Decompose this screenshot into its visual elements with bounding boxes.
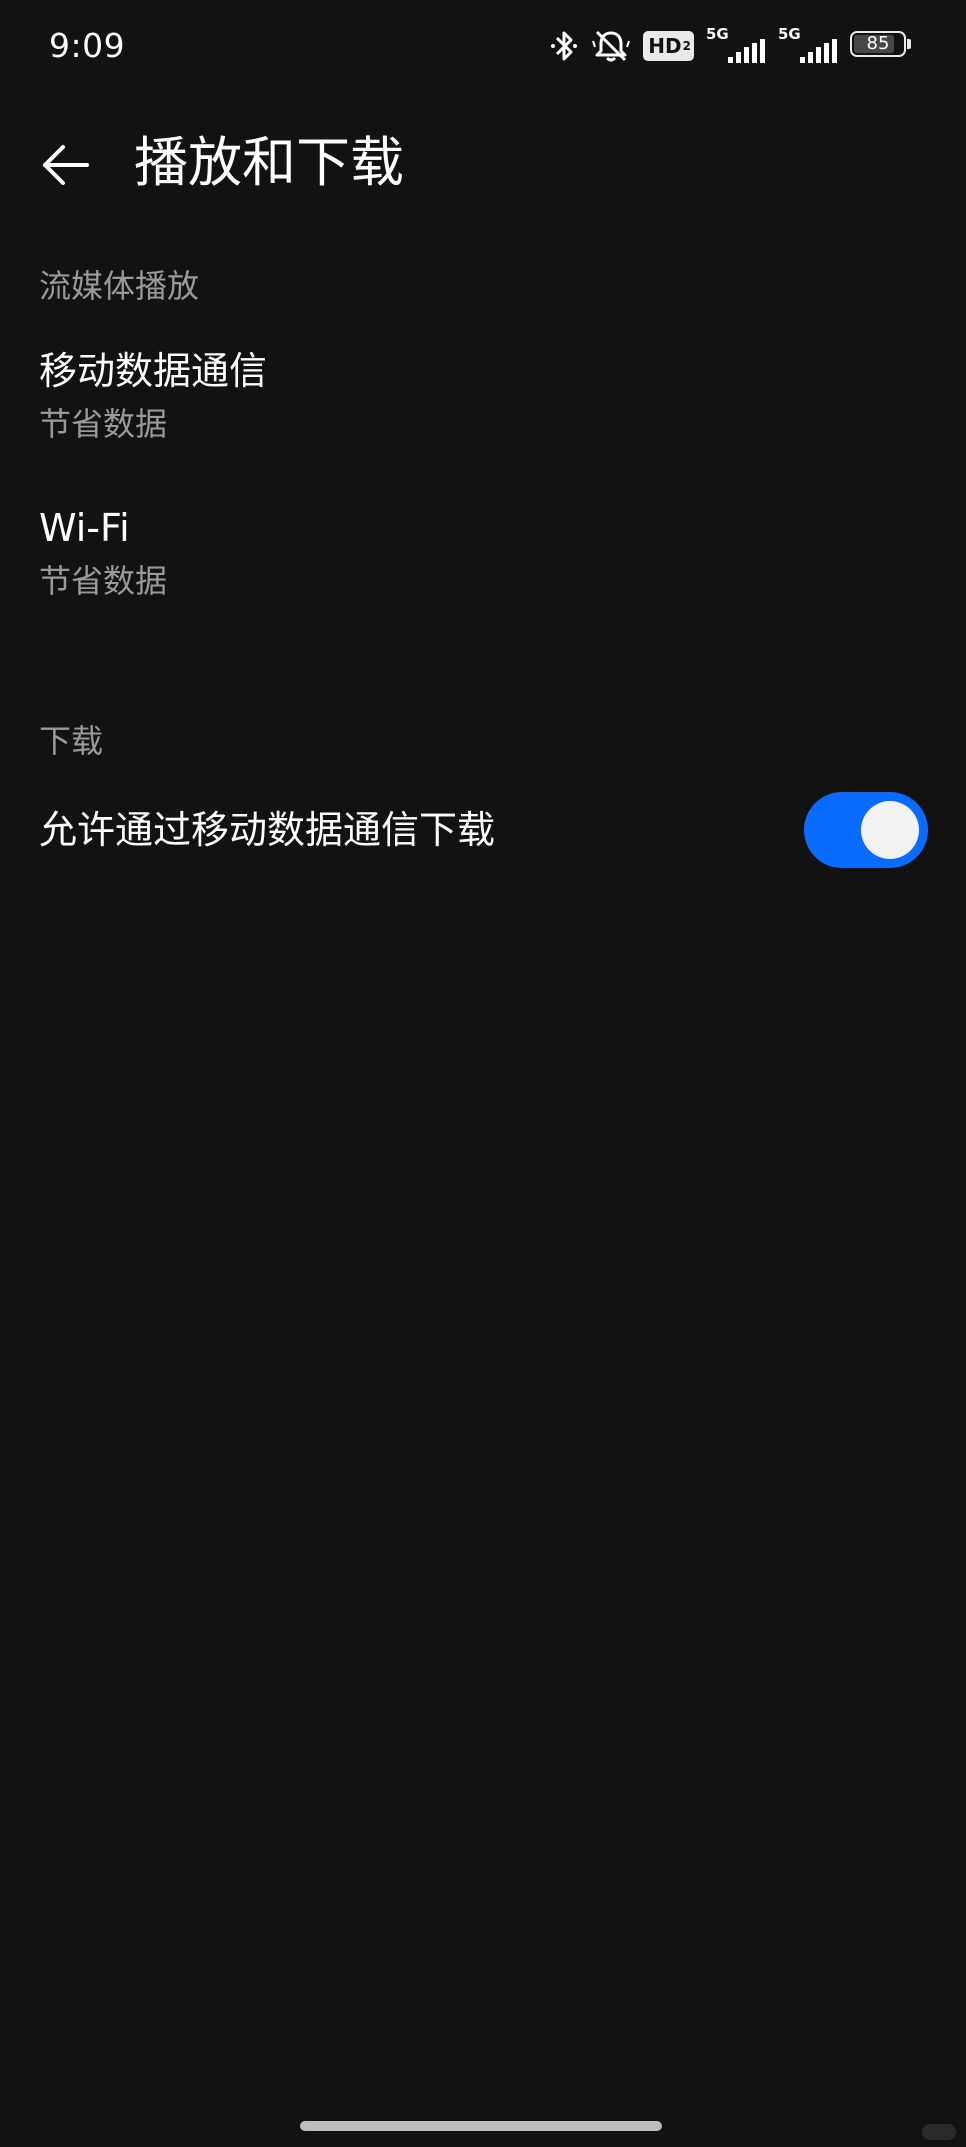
toggle-knob xyxy=(861,801,919,859)
page-title: 播放和下载 xyxy=(134,131,404,194)
setting-summary: 节省数据 xyxy=(39,405,168,443)
hd-voice-badge: HD 2 xyxy=(643,31,694,61)
section-header-download: 下载 xyxy=(39,722,104,760)
status-icons: HD 2 5G 5G 85 xyxy=(549,25,914,66)
setting-summary: 节省数据 xyxy=(39,562,168,600)
back-button[interactable] xyxy=(30,130,100,200)
app-bar: 播放和下载 xyxy=(0,110,966,210)
signal-icon xyxy=(728,39,765,63)
watermark-logo xyxy=(922,2124,956,2140)
status-time: 9:09 xyxy=(49,26,126,65)
setting-title: 允许通过移动数据通信下载 xyxy=(39,808,496,852)
sim2-signal: 5G xyxy=(778,25,838,63)
setting-title: Wi-Fi xyxy=(39,506,130,550)
bluetooth-icon xyxy=(549,28,579,64)
setting-wifi-streaming[interactable]: Wi-Fi 节省数据 xyxy=(0,503,966,613)
setting-title: 移动数据通信 xyxy=(39,349,268,393)
setting-mobile-data-download[interactable]: 允许通过移动数据通信下载 xyxy=(0,792,966,868)
mobile-download-toggle[interactable] xyxy=(804,792,928,868)
home-indicator[interactable] xyxy=(300,2121,662,2131)
battery-level: 85 xyxy=(866,33,890,54)
hd-sub-label: 2 xyxy=(682,39,691,53)
arrow-left-icon xyxy=(43,145,89,185)
signal-icon xyxy=(800,39,837,63)
battery-icon: 85 xyxy=(850,31,914,61)
setting-mobile-data-streaming[interactable]: 移动数据通信 节省数据 xyxy=(0,346,966,456)
sim1-signal: 5G xyxy=(706,25,766,63)
bell-muted-icon xyxy=(591,28,631,64)
hd-label: HD xyxy=(648,34,682,58)
status-bar: 9:09 HD 2 5G 5G 85 xyxy=(0,0,966,92)
section-header-streaming: 流媒体播放 xyxy=(39,267,200,305)
